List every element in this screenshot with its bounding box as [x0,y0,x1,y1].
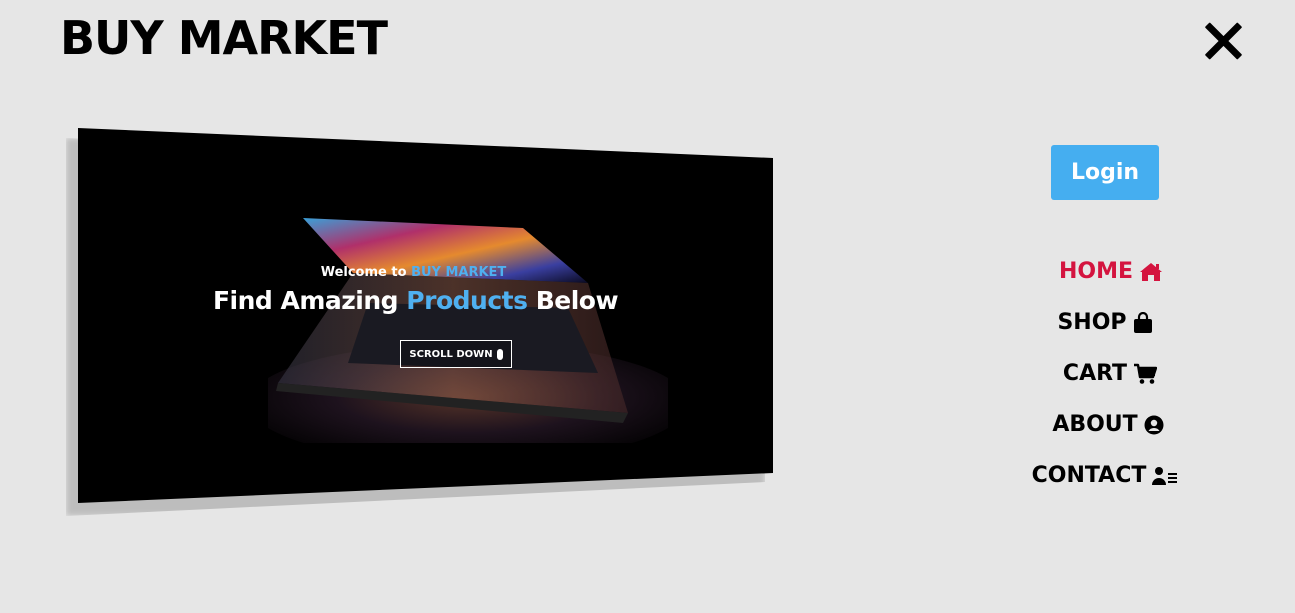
nav-item-label: SHOP [1057,310,1127,335]
hero-headline: Find Amazing Products Below [78,286,763,315]
nav-item-shop[interactable]: SHOP [1000,297,1210,348]
scroll-down-label: SCROLL DOWN [409,348,493,360]
shopping-bag-icon [1133,311,1152,333]
nav-item-contact[interactable]: CONTACT [1000,450,1210,501]
address-card-icon [1152,466,1178,485]
headline-start: Find Amazing [212,286,399,315]
close-icon[interactable] [1202,20,1244,62]
welcome-brand: BUY MARKET [411,265,507,280]
main-nav: HOME SHOP CART ABOUT CONTACT [1000,246,1210,501]
nav-item-about[interactable]: ABOUT [1006,399,1210,450]
nav-item-label: CART [1062,361,1128,386]
nav-item-label: CONTACT [1031,463,1147,488]
laptop-image [268,218,668,443]
welcome-text: Welcome to BUY MARKET [78,265,761,280]
nav-item-label: ABOUT [1052,412,1138,437]
mouse-icon [496,348,503,360]
welcome-prefix: Welcome to [320,265,407,280]
cart-icon [1134,363,1158,384]
headline-end: Below [535,286,619,315]
login-button[interactable]: Login [1051,145,1159,200]
hero-banner: Welcome to BUY MARKET Find Amazing Produ… [78,128,773,503]
user-circle-icon [1144,415,1164,434]
home-icon [1140,262,1163,281]
nav-item-cart[interactable]: CART [1010,348,1210,399]
scroll-down-button[interactable]: SCROLL DOWN [400,340,512,368]
brand-title: BUY MARKET [60,11,388,65]
headline-accent: Products [406,286,528,315]
nav-item-home[interactable]: HOME [1012,246,1210,297]
menu-overlay: BUY MARKET Welcome to BUY MARKET Find Am… [0,0,1295,613]
nav-item-label: HOME [1058,259,1134,284]
